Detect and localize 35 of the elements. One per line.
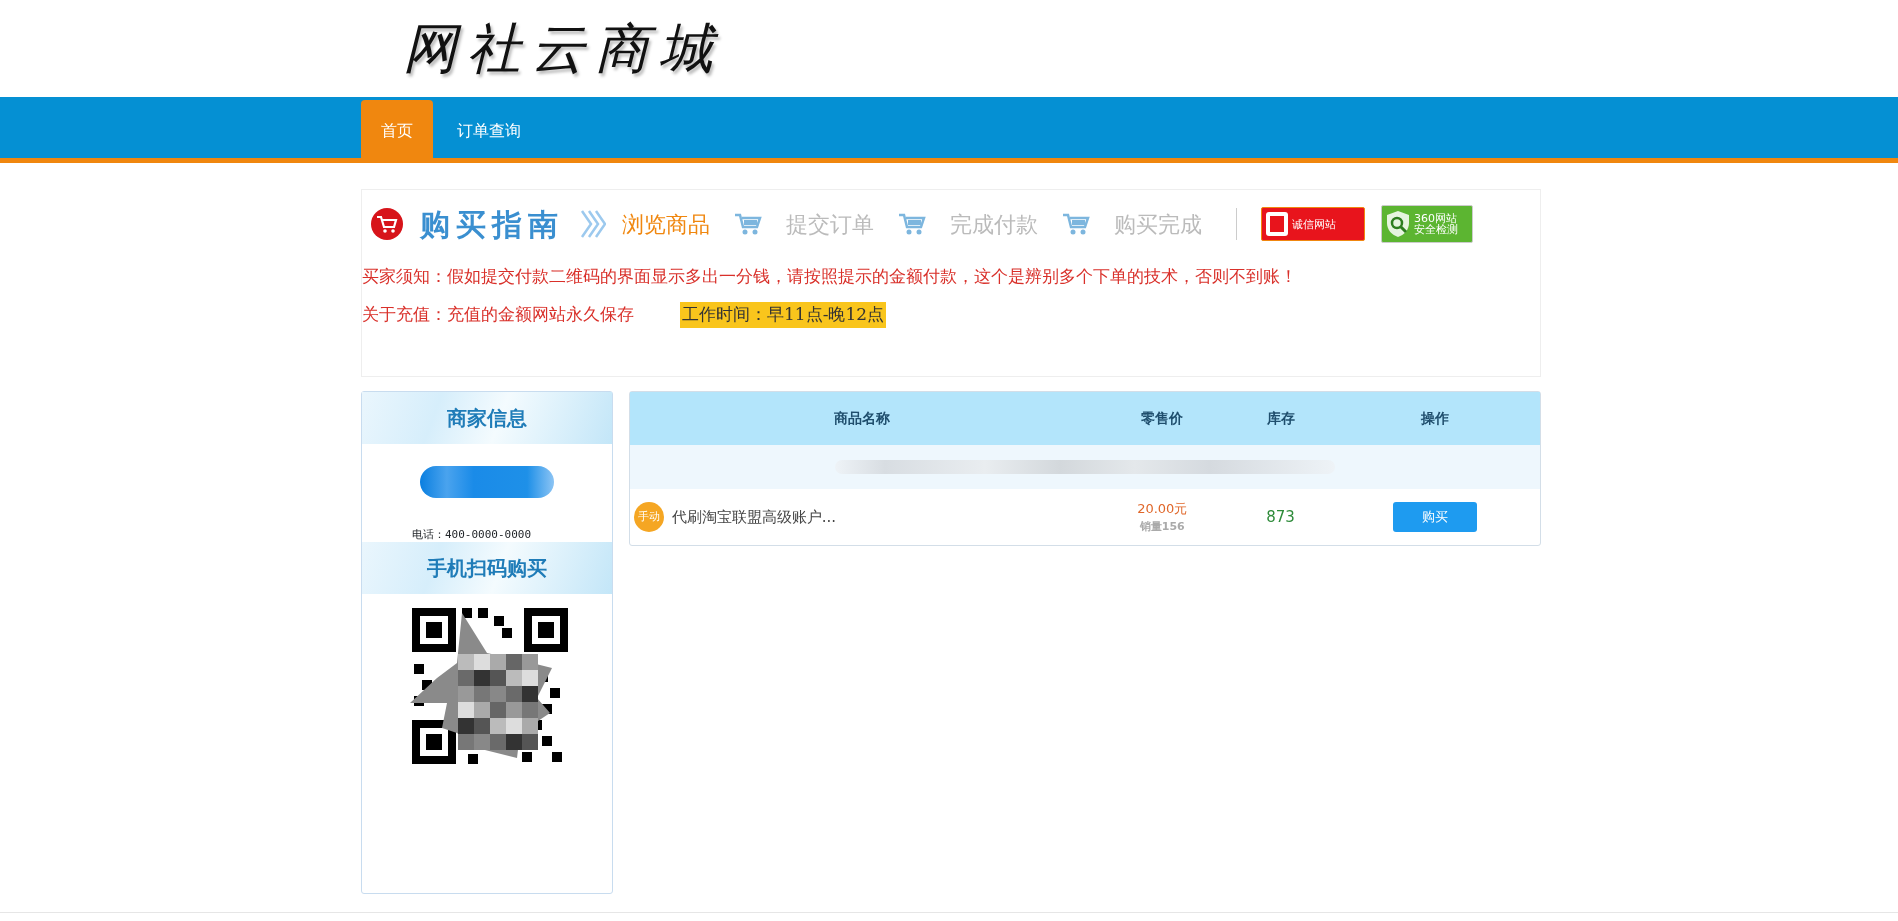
phone-text: 电话：400-0000-0000: [412, 528, 533, 543]
column-header: 库存: [1265, 409, 1296, 428]
buy-button[interactable]: 购买: [1393, 502, 1478, 532]
column-header: 操作: [1420, 409, 1451, 428]
guide-step: 购买完成: [1114, 207, 1202, 241]
trust-badge[interactable]: 诚信网站: [1261, 207, 1365, 241]
stock-text: 873: [1266, 506, 1295, 528]
cart-icon: [1062, 212, 1090, 236]
guide-step: 提交订单: [786, 207, 874, 241]
badge-text: 诚信网站: [1292, 218, 1336, 230]
notice-text: 买家须知：假如提交付款二维码的界面显示多出一分钱，请按照提示的金额付款，这个是辨别多个下单的技术，否则不到账！: [362, 265, 1297, 289]
nav-tab[interactable]: 订单查询: [437, 100, 541, 161]
column-header: 商品名称: [832, 409, 891, 428]
cart-icon: [734, 212, 762, 236]
site-logo: 网社云商城: [403, 21, 723, 76]
panel-header: 商家信息: [362, 392, 612, 444]
chevron-icon: [580, 209, 606, 239]
product-name: 代刷淘宝联盟高级账户...: [671, 506, 837, 528]
sales-text: 销量156: [1139, 518, 1185, 535]
cart-icon: [898, 212, 926, 236]
work-hours: 工作时间：早11点-晚12点: [680, 302, 886, 328]
nav-tab[interactable]: 首页: [361, 100, 433, 161]
badge-text: 360网站 安全检测: [1414, 213, 1458, 235]
guide-title: 购买指南: [420, 205, 564, 244]
column-header: 零售价: [1140, 409, 1185, 428]
cart-icon: [370, 207, 404, 241]
guide-step: 浏览商品: [622, 207, 710, 241]
manual-tag: 手动: [633, 502, 664, 532]
security-badge[interactable]: 360网站 安全检测: [1381, 205, 1473, 243]
guide-step: 完成付款: [950, 207, 1038, 241]
notice-text: 关于充值：充值的金额网站永久保存: [362, 303, 634, 327]
panel-header: 手机扫码购买: [362, 542, 612, 595]
price-text: 20.00元: [1137, 500, 1188, 518]
seal-icon: [1265, 211, 1289, 237]
shield-icon: [1385, 210, 1411, 238]
